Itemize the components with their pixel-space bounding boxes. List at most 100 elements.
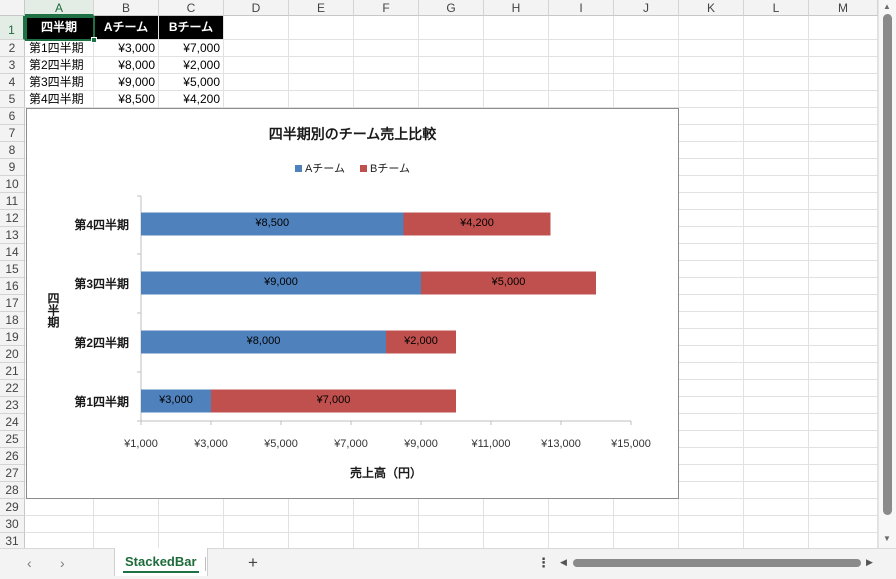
data-label-b-2: ¥2,000: [404, 335, 438, 347]
column-header-m[interactable]: M: [809, 0, 878, 16]
category-label-2: 第2四半期: [74, 336, 129, 350]
data-label-a-3: ¥9,000: [264, 276, 298, 288]
cell-a5[interactable]: 第4四半期: [25, 91, 93, 107]
header-cell-c1[interactable]: Bチーム: [159, 16, 223, 39]
scroll-right-icon[interactable]: ▶: [866, 557, 873, 568]
x-tick-label: ¥1,000: [124, 438, 158, 450]
column-header-j[interactable]: J: [614, 0, 679, 16]
cell-a2[interactable]: 第1四半期: [25, 40, 93, 56]
row-header-20[interactable]: 20: [0, 346, 25, 363]
row-header-15[interactable]: 15: [0, 261, 25, 278]
cell-c2[interactable]: ¥7,000: [159, 40, 223, 56]
column-header-i[interactable]: I: [549, 0, 614, 16]
prev-sheet-icon[interactable]: ‹: [27, 555, 32, 571]
x-tick-label: ¥5,000: [264, 438, 298, 450]
row-header-4[interactable]: 4: [0, 74, 25, 91]
row-header-24[interactable]: 24: [0, 414, 25, 431]
cell-b5[interactable]: ¥8,500: [94, 91, 158, 107]
vertical-scrollbar[interactable]: ▲ ▼: [878, 0, 896, 548]
row-header-3[interactable]: 3: [0, 57, 25, 74]
row-header-17[interactable]: 17: [0, 295, 25, 312]
row-header-28[interactable]: 28: [0, 482, 25, 499]
row-header-25[interactable]: 25: [0, 431, 25, 448]
row-header-13[interactable]: 13: [0, 227, 25, 244]
row-header-22[interactable]: 22: [0, 380, 25, 397]
column-header-e[interactable]: E: [289, 0, 354, 16]
column-header-b[interactable]: B: [94, 0, 159, 16]
scroll-left-icon[interactable]: ◀: [560, 557, 567, 568]
scroll-down-icon[interactable]: ▼: [883, 534, 891, 543]
x-tick-label: ¥3,000: [194, 438, 228, 450]
horizontal-scrollbar[interactable]: ◀ ▶: [558, 556, 878, 570]
vertical-scroll-thumb[interactable]: [883, 14, 892, 515]
row-header-5[interactable]: 5: [0, 91, 25, 108]
add-sheet-button[interactable]: +: [248, 553, 258, 573]
row-header-27[interactable]: 27: [0, 465, 25, 482]
column-header-f[interactable]: F: [354, 0, 419, 16]
fill-handle[interactable]: [91, 37, 97, 43]
active-cell-outline: [25, 16, 97, 43]
row-header-8[interactable]: 8: [0, 142, 25, 159]
row-header-1[interactable]: 1: [0, 16, 25, 40]
scroll-up-icon[interactable]: ▲: [883, 2, 891, 11]
x-tick-label: ¥15,000: [611, 438, 651, 450]
row-header-19[interactable]: 19: [0, 329, 25, 346]
x-tick-label: ¥11,000: [471, 438, 511, 450]
cell-b2[interactable]: ¥3,000: [94, 40, 158, 56]
sheet-tab-stackedbar[interactable]: StackedBar: [114, 548, 208, 576]
tab-separator: [205, 557, 206, 571]
row-header-21[interactable]: 21: [0, 363, 25, 380]
data-label-a-1: ¥3,000: [159, 394, 193, 406]
row-header-30[interactable]: 30: [0, 516, 25, 533]
select-all-corner[interactable]: [0, 0, 25, 16]
horizontal-scroll-thumb[interactable]: [573, 559, 861, 567]
data-label-a-2: ¥8,000: [246, 335, 281, 347]
row-header-16[interactable]: 16: [0, 278, 25, 295]
data-label-b-3: ¥5,000: [491, 276, 526, 288]
row-header-26[interactable]: 26: [0, 448, 25, 465]
sheet-tab-bar: ‹ › StackedBar + ⋮ ◀ ▶: [0, 548, 896, 579]
column-header-k[interactable]: K: [679, 0, 744, 16]
row-header-10[interactable]: 10: [0, 176, 25, 193]
row-header-9[interactable]: 9: [0, 159, 25, 176]
column-header-l[interactable]: L: [744, 0, 809, 16]
cell-c5[interactable]: ¥4,200: [159, 91, 223, 107]
row-header-2[interactable]: 2: [0, 40, 25, 57]
grid-vline: [808, 16, 809, 548]
row-header-29[interactable]: 29: [0, 499, 25, 516]
row-header-12[interactable]: 12: [0, 210, 25, 227]
next-sheet-icon[interactable]: ›: [60, 555, 65, 571]
category-label-4: 第4四半期: [74, 218, 129, 232]
column-header-g[interactable]: G: [419, 0, 484, 16]
column-header-a[interactable]: A: [25, 0, 94, 16]
stacked-bar-chart[interactable]: 四半期別のチーム売上比較 Aチーム Bチーム 四半期 売上高（円） ¥3,000…: [26, 108, 679, 499]
active-tab-underline: [123, 571, 199, 573]
header-cell-b1[interactable]: Aチーム: [94, 16, 158, 39]
grid-hline: [25, 532, 878, 533]
spreadsheet-grid[interactable]: ABCDEFGHIJKLM 1 2 3 4 5 6 7 8 9 10 11 12 13 14 15 16 17 1…: [0, 0, 878, 548]
row-header-11[interactable]: 11: [0, 193, 25, 210]
cell-b3[interactable]: ¥8,000: [94, 57, 158, 73]
cell-c3[interactable]: ¥2,000: [159, 57, 223, 73]
grid-hline: [25, 515, 878, 516]
cell-b4[interactable]: ¥9,000: [94, 74, 158, 90]
cell-c4[interactable]: ¥5,000: [159, 74, 223, 90]
sheet-tab-label: StackedBar: [125, 554, 197, 569]
row-header-6[interactable]: 6: [0, 108, 25, 125]
cell-a3[interactable]: 第2四半期: [25, 57, 93, 73]
row-header-7[interactable]: 7: [0, 125, 25, 142]
column-header-d[interactable]: D: [224, 0, 289, 16]
data-label-b-1: ¥7,000: [316, 394, 351, 406]
x-tick-label: ¥7,000: [334, 438, 368, 450]
column-header-c[interactable]: C: [159, 0, 224, 16]
x-tick-label: ¥13,000: [541, 438, 581, 450]
more-options-icon[interactable]: ⋮: [537, 555, 550, 571]
column-header-h[interactable]: H: [484, 0, 549, 16]
data-label-b-4: ¥4,200: [460, 217, 494, 229]
row-header-23[interactable]: 23: [0, 397, 25, 414]
row-header-31[interactable]: 31: [0, 533, 25, 548]
row-header-14[interactable]: 14: [0, 244, 25, 261]
cell-a4[interactable]: 第3四半期: [25, 74, 93, 90]
row-header-18[interactable]: 18: [0, 312, 25, 329]
x-tick-label: ¥9,000: [404, 438, 438, 450]
